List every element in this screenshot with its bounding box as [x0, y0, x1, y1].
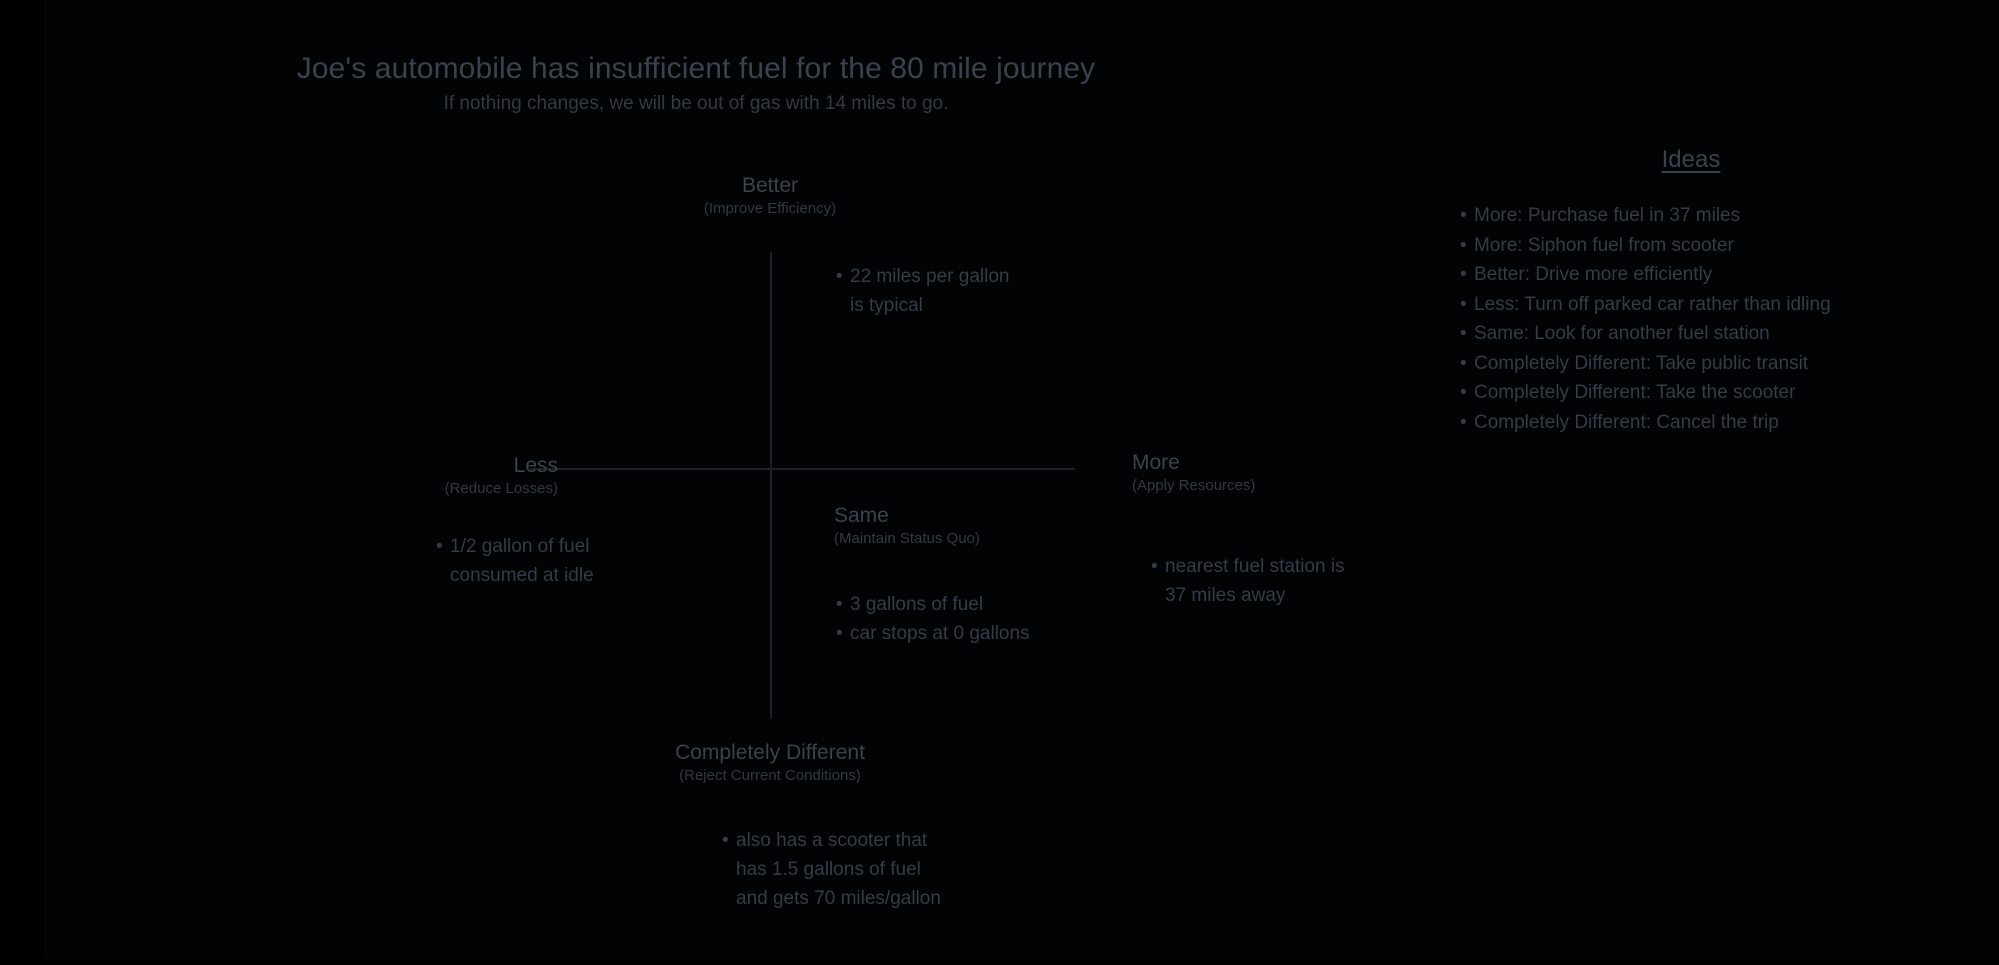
bullet-dot-icon: • — [722, 830, 729, 851]
idea-label: Same: Look for another fuel station — [1474, 323, 1770, 344]
bullet-dot-icon: • — [1151, 556, 1158, 577]
idea-list-item: • More: Siphon fuel from scooter — [1460, 231, 1976, 261]
bullet-dot-icon: • — [1460, 323, 1467, 344]
bullet-text-line: has 1.5 gallons of fuel — [736, 859, 921, 880]
idea-label: Completely Different: Take public transi… — [1474, 352, 1809, 374]
bullet-dot-icon: • — [1460, 264, 1467, 285]
idea-list-item: • Completely Different: Take public trans… — [1460, 349, 1976, 379]
horizontal-axis-line — [530, 468, 1075, 470]
ideas-title: Ideas — [1661, 146, 1721, 173]
bullet-item: • also has a scooter that has 1.5 gallons … — [722, 826, 941, 913]
page-title: Joe's automobile has insufficient fuel f… — [296, 52, 1096, 85]
axis-label-better: Better (Improve Efficiency) — [670, 173, 870, 219]
bullet-dot-icon: • — [836, 266, 843, 287]
bullet-item: • 1/2 gallon of fuel consumed at idle — [436, 532, 594, 590]
idea-label: Better: Drive more efficiently — [1474, 264, 1713, 285]
bullet-text: also has a scooter that has 1.5 gallons o… — [736, 826, 941, 913]
bullet-item: • nearest fuel station is 37 miles away — [1151, 552, 1345, 610]
vertical-axis-line — [770, 252, 772, 719]
bullet-text-line: is typical — [850, 295, 923, 316]
bullet-text: 3 gallons of fuel — [850, 590, 983, 619]
axis-label-completely-different-title: Completely Different — [675, 741, 865, 764]
idea-list-item: • More: Purchase fuel in 37 miles — [1460, 201, 1976, 231]
bullet-text-line: 22 miles per gallon — [850, 266, 1010, 287]
idea-label: More: Siphon fuel from scooter — [1474, 234, 1734, 256]
bullet-dot-icon: • — [836, 623, 843, 644]
bullet-dot-icon: • — [1460, 411, 1467, 433]
bullet-group-less: • 1/2 gallon of fuel consumed at idle — [436, 532, 594, 590]
axis-label-more-title: More — [1132, 451, 1180, 474]
bullet-dot-icon: • — [1460, 352, 1467, 374]
bullet-text-line: also has a scooter that — [736, 830, 928, 851]
problem-framing-canvas: Joe's automobile has insufficient fuel f… — [0, 0, 1999, 965]
bullet-text: car stops at 0 gallons — [850, 619, 1030, 648]
left-gutter — [0, 0, 45, 965]
quadrant-label-same-subtitle: (Maintain Status Quo) — [834, 530, 980, 547]
idea-list-item: • Same: Look for another fuel station — [1460, 319, 1976, 349]
bullet-dot-icon: • — [1460, 293, 1467, 315]
idea-label: Less: Turn off parked car rather than id… — [1474, 293, 1831, 315]
bullet-text: 1/2 gallon of fuel consumed at idle — [450, 532, 594, 590]
bullet-item: • 22 miles per gallon is typical — [836, 262, 1009, 320]
axis-label-completely-different-subtitle: (Reject Current Conditions) — [679, 767, 861, 784]
bullet-text-line: nearest fuel station is — [1165, 556, 1345, 577]
bullet-dot-icon: • — [1460, 234, 1467, 256]
ideas-panel: Ideas • More: Purchase fuel in 37 miles • M… — [1446, 145, 1976, 437]
quadrant-label-same-title: Same — [834, 504, 889, 527]
bullet-text-line: and gets 70 miles/gallon — [736, 888, 941, 909]
idea-list-item: • Better: Drive more efficiently — [1460, 260, 1976, 290]
bullet-item: • 3 gallons of fuel — [836, 590, 1030, 619]
bullet-item: • car stops at 0 gallons — [836, 619, 1030, 648]
axis-label-better-subtitle: (Improve Efficiency) — [703, 200, 837, 217]
axis-label-completely-different: Completely Different (Reject Current Con… — [594, 740, 946, 786]
bullet-text: nearest fuel station is 37 miles away — [1165, 552, 1345, 610]
bullet-text-line: 37 miles away — [1165, 585, 1286, 606]
idea-list-item: • Completely Different: Take the scooter — [1460, 378, 1976, 408]
axis-label-less-subtitle: (Reduce Losses) — [444, 480, 558, 497]
axis-label-less-title: Less — [513, 454, 558, 477]
axis-label-more-subtitle: (Apply Resources) — [1132, 477, 1256, 494]
bullet-text-line: consumed at idle — [450, 565, 594, 586]
bullet-text-line: 1/2 gallon of fuel — [450, 536, 590, 557]
idea-label: Completely Different: Take the scooter — [1474, 382, 1796, 403]
bullet-dot-icon: • — [1460, 382, 1467, 403]
bullet-text-line: car stops at 0 gallons — [850, 623, 1030, 644]
bullet-group-completely-different: • also has a scooter that has 1.5 gallons … — [722, 826, 941, 913]
idea-label: Completely Different: Cancel the trip — [1474, 411, 1779, 433]
idea-list-item: • Less: Turn off parked car rather than i… — [1460, 290, 1976, 320]
bullet-group-more: • nearest fuel station is 37 miles away — [1151, 552, 1345, 610]
bullet-dot-icon: • — [1460, 205, 1467, 226]
axis-label-less: Less (Reduce Losses) — [346, 453, 558, 499]
bullet-group-same: • 3 gallons of fuel • car stops at 0 gallon… — [836, 590, 1030, 648]
bullet-text-line: 3 gallons of fuel — [850, 594, 984, 615]
page-subtitle: If nothing changes, we will be out of ga… — [443, 93, 949, 114]
diagram-stage: Joe's automobile has insufficient fuel f… — [46, 0, 1999, 965]
bullet-text: 22 miles per gallon is typical — [850, 262, 1009, 320]
idea-list-item: • Completely Different: Cancel the trip — [1460, 408, 1976, 438]
bottom-frame-edge — [0, 959, 1999, 965]
axis-label-more: More (Apply Resources) — [1132, 450, 1392, 496]
idea-label: More: Purchase fuel in 37 miles — [1474, 205, 1741, 226]
bullet-dot-icon: • — [836, 594, 843, 615]
axis-label-better-title: Better — [741, 174, 799, 197]
quadrant-label-same: Same (Maintain Status Quo) — [834, 503, 1134, 549]
bullet-group-better: • 22 miles per gallon is typical — [836, 262, 1009, 320]
bullet-dot-icon: • — [436, 536, 443, 557]
ideas-list: • More: Purchase fuel in 37 miles • More: S… — [1446, 201, 1976, 437]
